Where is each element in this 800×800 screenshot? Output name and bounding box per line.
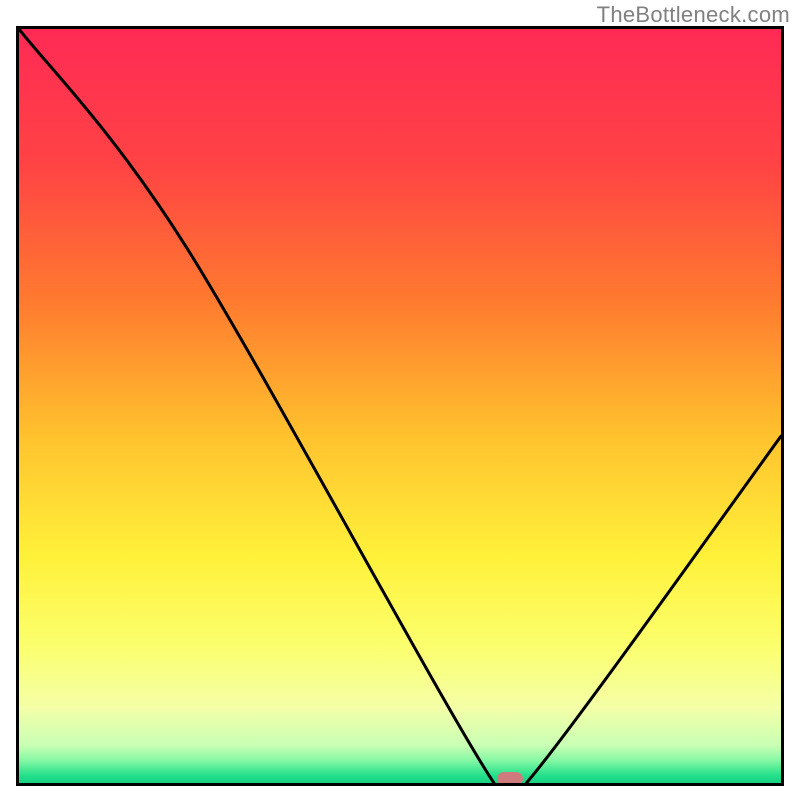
plot-svg [19, 29, 781, 783]
chart-stage: TheBottleneck.com [0, 0, 800, 800]
plot-frame [16, 26, 784, 786]
watermark-text: TheBottleneck.com [597, 2, 790, 28]
plot-background [19, 29, 781, 783]
optimal-marker [497, 772, 523, 786]
